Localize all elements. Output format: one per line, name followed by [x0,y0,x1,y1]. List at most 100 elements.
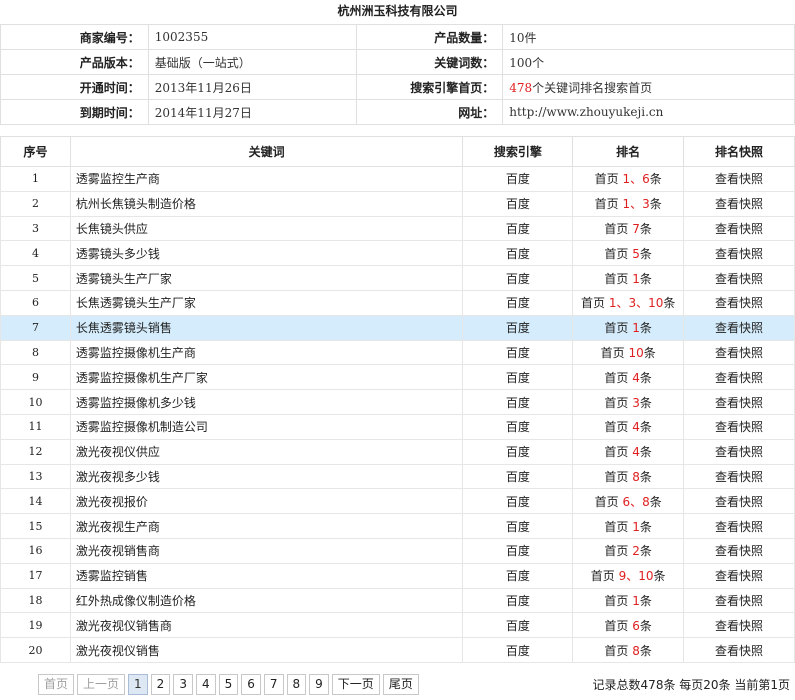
view-snapshot-link[interactable]: 查看快照 [683,612,795,639]
rank-positions: 1、3、10 [608,296,664,311]
rank-prefix: 首页 [594,197,619,212]
version-value: 基础版（一站式） [147,49,358,75]
view-snapshot-link[interactable]: 查看快照 [683,513,795,539]
pager-prev[interactable]: 上一页 [77,674,126,695]
rank-prefix: 首页 [604,618,629,633]
pager-page-4[interactable]: 4 [195,674,216,695]
view-snapshot-link[interactable]: 查看快照 [683,438,795,465]
row-rank: 首页 1、3条 [572,190,685,217]
row-rank: 首页 1条 [572,314,685,341]
pager-page-5[interactable]: 5 [218,674,239,695]
row-engine: 百度 [462,488,574,515]
expire-date-label: 到期时间： [0,99,149,125]
table-row: 19 激光夜视仪销售商 百度 首页 6条 查看快照 [0,612,795,639]
rank-positions: 8 [632,643,640,658]
rank-positions: 1、6 [622,172,650,187]
table-row: 12 激光夜视仪供应 百度 首页 4条 查看快照 [0,438,795,465]
row-engine: 百度 [462,364,574,391]
pager-page-6[interactable]: 6 [241,674,261,695]
rank-positions: 1 [632,321,640,336]
rank-suffix: 条 [643,345,656,360]
row-index: 3 [0,215,71,242]
pager-page-1[interactable]: 1 [128,674,148,695]
table-row: 10 透雾监控摄像机多少钱 百度 首页 3条 查看快照 [0,389,795,415]
row-index: 4 [0,240,71,267]
view-snapshot-link[interactable]: 查看快照 [683,289,795,316]
row-rank: 首页 6、8条 [572,488,685,515]
rank-positions: 1 [632,593,640,608]
pager-page-7[interactable]: 7 [263,674,284,695]
view-snapshot-link[interactable]: 查看快照 [683,364,795,391]
table-row: 5 透雾镜头生产厂家 百度 首页 1条 查看快照 [0,265,795,291]
pager-last[interactable]: 尾页 [382,674,419,695]
website-url[interactable]: http://www.zhouyukeji.cn [502,99,795,125]
pager-first[interactable]: 首页 [38,674,75,695]
ranking-table: 序号 关键词 搜索引擎 排名 排名快照 1 透雾监控生产商 百度 首页 1、6条 查看快… [0,136,795,663]
row-keyword: 激光夜视仪供应 [69,438,464,465]
rank-suffix: 条 [639,643,652,658]
view-snapshot-link[interactable]: 查看快照 [683,265,795,291]
rank-suffix: 条 [649,172,662,187]
pager-summary: 记录总数478条 每页20条 当前第1页 [592,678,790,692]
rank-suffix: 条 [639,469,652,484]
table-row: 8 透雾监控摄像机生产商 百度 首页 10条 查看快照 [0,339,795,366]
rank-prefix: 首页 [580,296,605,311]
view-snapshot-link[interactable]: 查看快照 [683,488,795,515]
ranking-body: 1 透雾监控生产商 百度 首页 1、6条 查看快照 2 杭州长焦镜头制造价格 百度 首页 1、3… [0,166,795,663]
row-index: 13 [0,463,71,490]
pager-next[interactable]: 下一页 [331,674,380,695]
row-keyword: 激光夜视仪销售商 [69,612,464,639]
view-snapshot-link[interactable]: 查看快照 [683,339,795,366]
view-snapshot-link[interactable]: 查看快照 [683,537,795,564]
row-keyword: 透雾镜头多少钱 [69,240,464,267]
view-snapshot-link[interactable]: 查看快照 [683,389,795,415]
company-title: 杭州洲玉科技有限公司 [337,4,458,18]
rank-suffix: 条 [649,197,662,212]
rank-positions: 5 [632,246,640,261]
open-date-label: 开通时间： [0,74,149,100]
row-index: 8 [0,339,71,366]
view-snapshot-link[interactable]: 查看快照 [683,463,795,490]
pager-page-8[interactable]: 8 [286,674,307,695]
view-snapshot-link[interactable]: 查看快照 [683,215,795,242]
pager-page-2[interactable]: 2 [150,674,171,695]
rank-prefix: 首页 [604,420,629,435]
row-index: 16 [0,537,71,564]
row-keyword: 透雾监控摄像机生产商 [69,339,464,366]
rank-positions: 1 [632,271,640,286]
rank-prefix: 首页 [604,271,629,286]
rank-suffix: 条 [639,321,652,336]
search-engine-text: 个关键词排名搜索首页 [532,80,653,95]
rank-positions: 6、8 [622,494,650,509]
row-engine: 百度 [462,240,574,267]
view-snapshot-link[interactable]: 查看快照 [683,637,795,663]
rank-prefix: 首页 [604,321,629,336]
rank-positions: 8 [632,469,640,484]
view-snapshot-link[interactable]: 查看快照 [683,562,795,589]
row-index: 1 [0,166,71,192]
view-snapshot-link[interactable]: 查看快照 [683,587,795,614]
rank-positions: 3 [632,395,640,410]
row-keyword: 长焦透雾镜头生产厂家 [69,289,464,316]
pager-page-3[interactable]: 3 [173,674,193,695]
view-snapshot-link[interactable]: 查看快照 [683,166,795,192]
table-row: 7 长焦透雾镜头销售 百度 首页 1条 查看快照 [0,314,795,341]
row-index: 12 [0,438,71,465]
table-row: 16 激光夜视销售商 百度 首页 2条 查看快照 [0,537,795,564]
rank-prefix: 首页 [604,519,629,534]
row-keyword: 激光夜视仪销售 [69,637,464,663]
table-row: 2 杭州长焦镜头制造价格 百度 首页 1、3条 查看快照 [0,190,795,217]
header-rank: 排名 [572,136,685,167]
view-snapshot-link[interactable]: 查看快照 [683,413,795,440]
view-snapshot-link[interactable]: 查看快照 [683,240,795,267]
row-rank: 首页 10条 [572,339,685,366]
rank-positions: 2 [632,544,640,559]
view-snapshot-link[interactable]: 查看快照 [683,190,795,217]
row-engine: 百度 [462,562,574,589]
rank-prefix: 首页 [604,544,629,559]
pager-page-9[interactable]: 9 [309,674,329,695]
row-index: 15 [0,513,71,539]
rank-suffix: 条 [639,221,652,236]
view-snapshot-link[interactable]: 查看快照 [683,314,795,341]
row-keyword: 长焦透雾镜头销售 [69,314,464,341]
